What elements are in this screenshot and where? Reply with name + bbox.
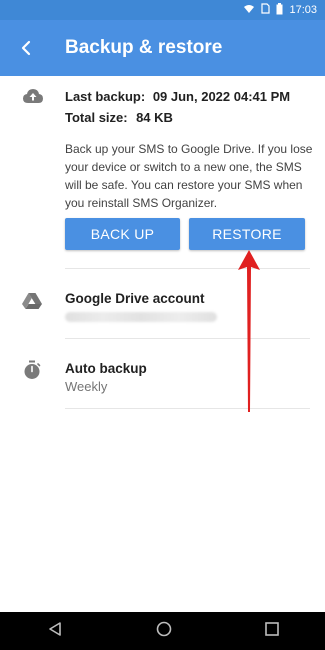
google-drive-title: Google Drive account [65,291,205,306]
google-drive-row[interactable]: Google Drive account [0,268,325,338]
auto-backup-row[interactable]: Auto backup Weekly [0,338,325,408]
nav-back-icon[interactable] [47,621,63,642]
last-backup-label: Last backup: [65,89,146,104]
app-bar: Backup & restore [0,20,325,76]
last-backup-row: Last backup: 09 Jun, 2022 04:41 PM [65,89,290,104]
total-size-label: Total size: [65,110,128,125]
nav-recents-icon[interactable] [264,621,279,641]
last-backup-value: 09 Jun, 2022 04:41 PM [152,89,291,104]
nav-home-icon[interactable] [156,621,172,642]
timer-icon [22,360,42,385]
wifi-icon [243,4,255,17]
cloud-upload-icon [22,88,44,109]
google-drive-icon [22,292,42,314]
back-arrow-icon [21,40,31,56]
status-bar: 17:03 [0,0,325,20]
status-time: 17:03 [289,4,317,16]
navigation-bar [0,612,325,650]
back-button[interactable] [2,20,50,76]
annotation-arrow-icon [238,250,260,412]
sim-icon [261,3,271,17]
battery-icon [276,2,283,18]
auto-backup-value: Weekly [65,379,108,394]
page-title: Backup & restore [65,37,223,58]
back-up-button[interactable]: BACK UP [65,218,180,250]
total-size-row: Total size: 84 KB [65,109,173,127]
backup-description: Back up your SMS to Google Drive. If you… [65,142,313,210]
account-email-redacted [65,312,217,322]
divider [65,408,310,409]
auto-backup-title: Auto backup [65,361,147,376]
total-size-value: 84 KB [136,110,173,125]
